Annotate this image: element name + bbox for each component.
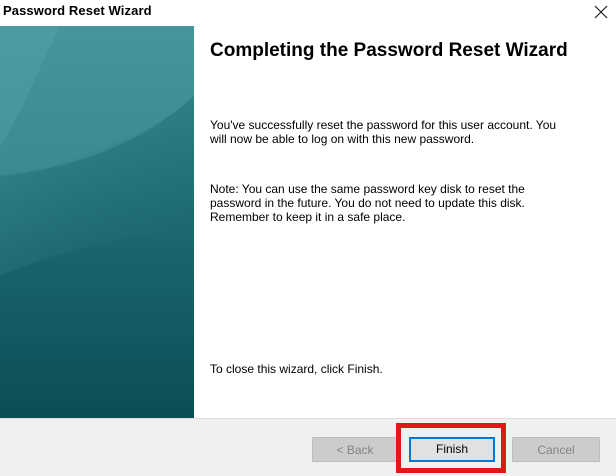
note-message: Note: You can use the same password key … [210,182,525,224]
wizard-footer: < Back Finish Cancel [0,419,616,476]
close-icon [594,5,608,19]
close-instruction: To close this wizard, click Finish. [210,362,383,376]
close-button[interactable] [590,1,612,23]
finish-button[interactable]: Finish [409,437,495,462]
window-title: Password Reset Wizard [3,3,152,18]
success-message: You've successfully reset the password f… [210,118,557,146]
title-bar: Password Reset Wizard [0,0,616,26]
back-button[interactable]: < Back [312,437,398,462]
wizard-side-banner [0,26,194,418]
wizard-content: Completing the Password Reset Wizard You… [194,26,616,418]
wizard-heading: Completing the Password Reset Wizard [210,40,568,61]
cancel-button[interactable]: Cancel [512,437,600,462]
wizard-window: Password Reset Wizard Completing the Pas… [0,0,616,476]
